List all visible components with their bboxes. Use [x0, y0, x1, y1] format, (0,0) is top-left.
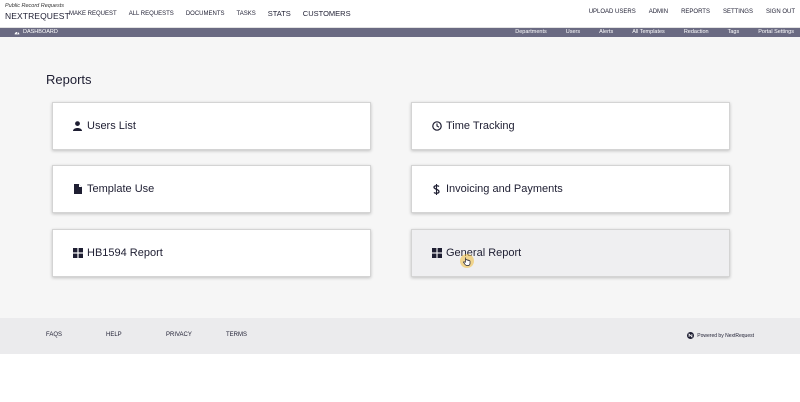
nav-all-requests[interactable]: ALL REQUESTS: [129, 11, 174, 17]
report-card-time-tracking[interactable]: Time Tracking: [411, 102, 730, 150]
footer: FAQS HELP PRIVACY TERMS Powered by NextR…: [0, 318, 800, 354]
footer-link-help[interactable]: HELP: [106, 332, 122, 338]
nav-customers[interactable]: CUSTOMERS: [303, 9, 351, 18]
card-label: Template Use: [87, 183, 155, 195]
page-bottom: [0, 354, 800, 402]
dashboard-icon: [14, 31, 20, 35]
card-label: HB1594 Report: [87, 247, 163, 259]
nav-reports[interactable]: REPORTS: [681, 9, 710, 15]
brand-name: NEXTREQUEST: [5, 10, 70, 21]
nav-admin[interactable]: ADMIN: [649, 9, 668, 15]
nav-upload-users[interactable]: UPLOAD USERS: [589, 9, 636, 15]
subnav-alerts[interactable]: Alerts: [599, 29, 613, 35]
powered-by[interactable]: Powered by NextRequest: [687, 332, 754, 339]
powered-by-label: Powered by NextRequest: [697, 332, 754, 339]
subnav-users[interactable]: Users: [566, 29, 580, 35]
footer-link-terms[interactable]: TERMS: [226, 332, 247, 338]
nextrequest-logo-icon: [687, 332, 695, 339]
page-title: Reports: [46, 72, 92, 87]
card-label: Users List: [87, 120, 136, 132]
subnav-portal-settings[interactable]: Portal Settings: [758, 29, 794, 35]
footer-link-faqs[interactable]: FAQS: [46, 332, 62, 338]
subnav-items: Departments Users Alerts All Templates R…: [496, 29, 794, 35]
clock-icon: [431, 121, 442, 132]
nav-settings[interactable]: SETTINGS: [723, 9, 753, 15]
dashboard-label: DASHBOARD: [23, 29, 58, 35]
card-label: Time Tracking: [446, 120, 515, 132]
report-card-general-report[interactable]: General Report: [411, 229, 730, 277]
mouse-cursor-highlight: [460, 254, 474, 268]
account-nav: UPLOAD USERS ADMIN REPORTS SETTINGS SIGN…: [576, 9, 795, 15]
card-label: Invoicing and Payments: [446, 183, 563, 195]
user-icon: [72, 121, 83, 132]
subnav-redaction[interactable]: Redaction: [684, 29, 709, 35]
nav-stats[interactable]: STATS: [268, 9, 291, 18]
top-navbar: Public Record Requests NEXTREQUEST MAKE …: [0, 0, 800, 28]
brand-logo[interactable]: Public Record Requests NEXTREQUEST: [5, 3, 70, 21]
nav-documents[interactable]: DOCUMENTS: [186, 11, 225, 17]
report-card-users-list[interactable]: Users List: [52, 102, 371, 150]
admin-subnav: DASHBOARD Departments Users Alerts All T…: [0, 28, 800, 37]
brand-subtitle: Public Record Requests: [5, 3, 65, 9]
card-label: General Report: [446, 247, 522, 259]
nav-make-request[interactable]: MAKE REQUEST: [69, 11, 117, 17]
subnav-departments[interactable]: Departments: [515, 29, 547, 35]
subnav-all-templates[interactable]: All Templates: [632, 29, 665, 35]
nav-tasks[interactable]: TASKS: [237, 11, 256, 17]
hand-cursor-icon: [463, 257, 471, 266]
report-card-invoicing-payments[interactable]: Invoicing and Payments: [411, 165, 730, 213]
primary-nav: MAKE REQUEST ALL REQUESTS DOCUMENTS TASK…: [69, 9, 363, 18]
grid-icon: [431, 248, 442, 259]
dashboard-link[interactable]: DASHBOARD: [14, 29, 58, 35]
file-icon: [72, 184, 83, 195]
report-card-template-use[interactable]: Template Use: [52, 165, 371, 213]
nav-sign-out[interactable]: SIGN OUT: [766, 9, 795, 15]
grid-icon: [72, 248, 83, 259]
report-card-hb1594[interactable]: HB1594 Report: [52, 229, 371, 277]
footer-link-privacy[interactable]: PRIVACY: [166, 332, 192, 338]
subnav-tags[interactable]: Tags: [728, 29, 740, 35]
dollar-icon: [431, 183, 442, 195]
